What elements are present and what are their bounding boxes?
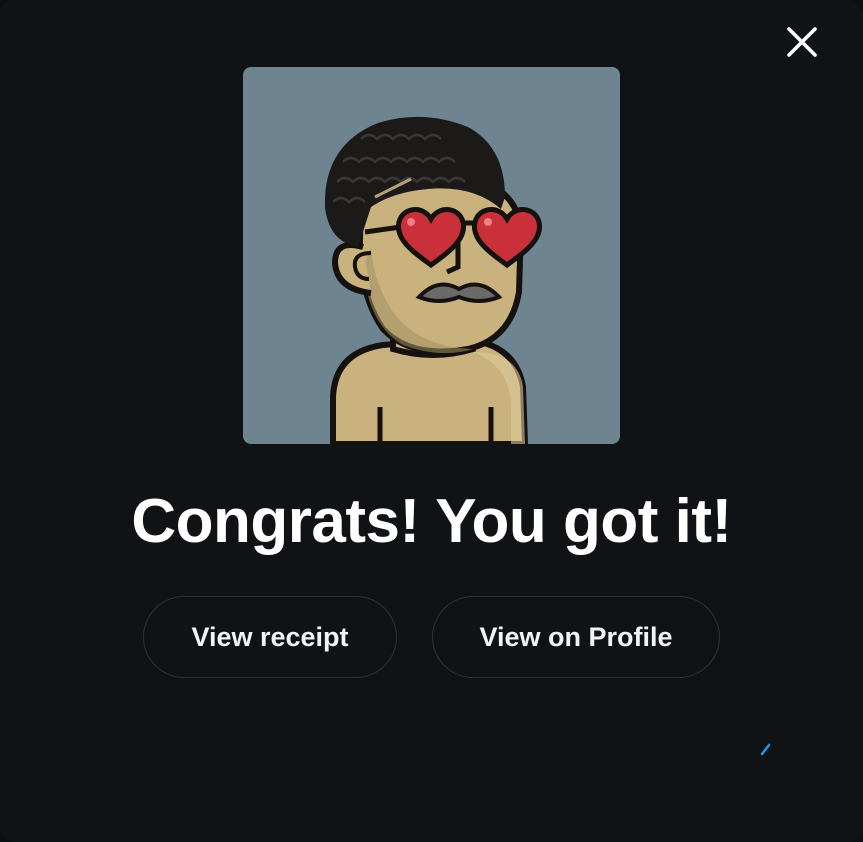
close-icon [787, 27, 817, 57]
purchase-success-dialog: Congrats! You got it! View receipt View … [0, 0, 863, 842]
success-headline: Congrats! You got it! [131, 487, 732, 556]
loading-indicator-icon [760, 743, 771, 756]
close-button[interactable] [780, 20, 824, 64]
view-on-profile-button[interactable]: View on Profile [432, 596, 720, 678]
nft-image [243, 67, 620, 444]
view-receipt-button[interactable]: View receipt [143, 596, 397, 678]
